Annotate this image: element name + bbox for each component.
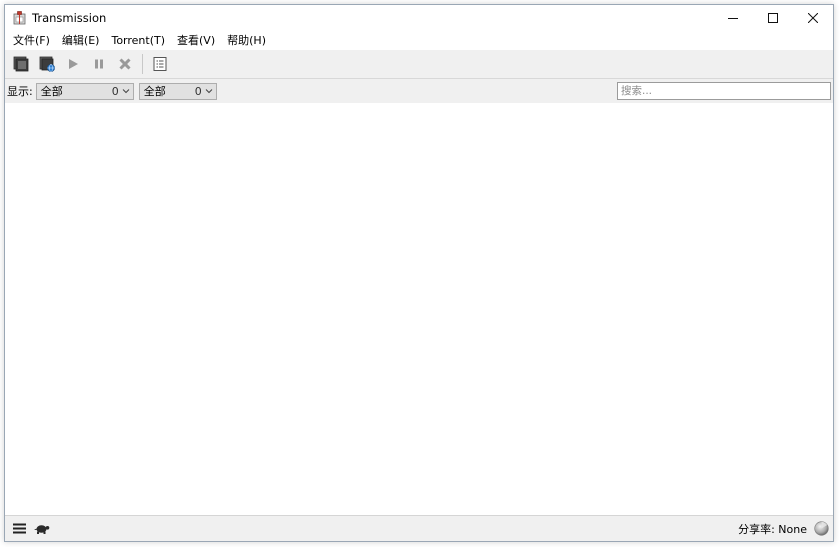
- pause-button[interactable]: [86, 52, 112, 76]
- properties-button[interactable]: [147, 52, 173, 76]
- activity-filter-select[interactable]: 全部 0: [35, 82, 134, 100]
- tracker-filter-value: 全部: [143, 85, 166, 98]
- play-icon: [69, 59, 78, 69]
- tracker-filter-select[interactable]: 全部 0: [138, 82, 217, 100]
- activity-filter-count: 0: [111, 84, 119, 98]
- menu-file[interactable]: 文件(F): [7, 31, 56, 50]
- minimize-icon: [728, 18, 738, 19]
- turtle-icon: [34, 524, 50, 534]
- maximize-button[interactable]: [753, 5, 793, 31]
- window-title: Transmission: [32, 11, 107, 25]
- minimize-button[interactable]: [713, 5, 753, 31]
- torrent-list[interactable]: [5, 103, 833, 516]
- toolbar: [5, 50, 833, 79]
- filter-label: 显示:: [7, 85, 33, 98]
- menu-edit[interactable]: 编辑(E): [56, 31, 106, 50]
- open-torrent-icon: [13, 56, 29, 72]
- hamburger-menu-icon: [12, 523, 26, 534]
- filter-bar: 显示: 全部 0 全部 0: [5, 79, 833, 103]
- remove-icon: [119, 58, 131, 70]
- chevron-down-icon: [119, 88, 133, 94]
- close-icon: [808, 13, 818, 23]
- search-input[interactable]: [617, 82, 831, 100]
- properties-icon: [153, 57, 167, 71]
- ratio-label: 分享率: None: [738, 522, 807, 536]
- activity-filter-value: 全部: [40, 85, 63, 98]
- menu-view[interactable]: 查看(V): [171, 31, 221, 50]
- menu-torrent[interactable]: Torrent(T): [105, 31, 171, 50]
- remove-button[interactable]: [112, 52, 138, 76]
- transmission-app-icon: [12, 11, 26, 25]
- title-bar[interactable]: Transmission: [5, 5, 833, 31]
- pause-icon: [95, 59, 103, 69]
- app-window: Transmission 文件(F) 编辑(E) Torrent(T) 查看(V…: [4, 4, 834, 542]
- chevron-down-icon: [202, 88, 216, 94]
- ratio-statistics-icon[interactable]: [813, 521, 829, 537]
- menu-bar: 文件(F) 编辑(E) Torrent(T) 查看(V) 帮助(H): [5, 31, 833, 50]
- speed-limit-toggle[interactable]: [33, 520, 51, 538]
- toolbar-separator: [142, 54, 143, 74]
- status-bar: 分享率: None: [5, 515, 833, 541]
- options-menu-button[interactable]: [10, 520, 28, 538]
- close-button[interactable]: [793, 5, 833, 31]
- open-url-button[interactable]: [34, 52, 60, 76]
- open-url-icon: [39, 56, 55, 72]
- maximize-icon: [768, 13, 778, 23]
- menu-help[interactable]: 帮助(H): [221, 31, 272, 50]
- open-torrent-button[interactable]: [8, 52, 34, 76]
- tracker-filter-count: 0: [194, 84, 202, 98]
- start-button[interactable]: [60, 52, 86, 76]
